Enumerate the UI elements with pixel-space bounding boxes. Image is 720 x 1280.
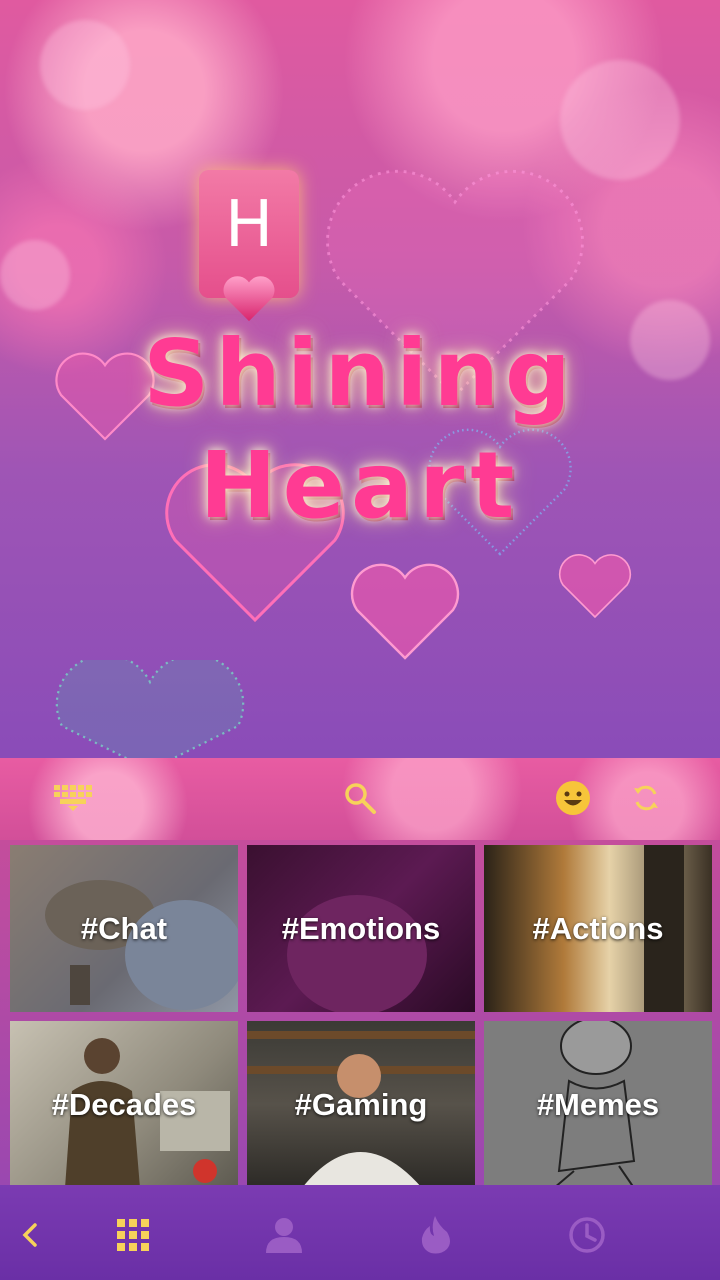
search-button[interactable] bbox=[340, 778, 380, 818]
keyboard-button[interactable] bbox=[53, 778, 93, 818]
refresh-button[interactable] bbox=[626, 778, 666, 818]
emoji-icon bbox=[556, 781, 590, 815]
category-tile-actions[interactable]: #Actions bbox=[484, 845, 712, 1012]
category-tile-memes[interactable]: #Memes bbox=[484, 1021, 712, 1188]
keyboard-toolbar bbox=[0, 758, 720, 840]
emoji-button[interactable] bbox=[553, 778, 593, 818]
fire-icon bbox=[421, 1216, 450, 1254]
heart-icon bbox=[223, 276, 275, 322]
theme-title: Shining bbox=[143, 320, 577, 427]
bokeh-light bbox=[40, 20, 130, 110]
category-label: #Chat bbox=[80, 910, 168, 946]
category-label: #Gaming bbox=[294, 1086, 428, 1122]
keyboard-icon bbox=[54, 785, 92, 811]
back-chevron-icon bbox=[22, 1223, 37, 1247]
heart-icon bbox=[55, 660, 245, 758]
category-tile-chat[interactable]: #Chat bbox=[10, 845, 238, 1012]
gif-categories-tab[interactable] bbox=[111, 1213, 155, 1257]
grid-icon bbox=[117, 1219, 149, 1251]
refresh-icon bbox=[634, 785, 658, 811]
clock-icon bbox=[569, 1217, 605, 1253]
category-label: #Actions bbox=[532, 910, 664, 946]
gif-category-grid: #Chat #Emotions #Actions #Decades #Gamin… bbox=[0, 840, 720, 1188]
trending-tab[interactable] bbox=[413, 1213, 457, 1257]
bokeh-light bbox=[0, 240, 70, 310]
category-label: #Emotions bbox=[281, 910, 441, 946]
person-tab[interactable] bbox=[262, 1213, 306, 1257]
category-tile-decades[interactable]: #Decades bbox=[10, 1021, 238, 1188]
category-label: #Memes bbox=[536, 1086, 660, 1122]
search-icon bbox=[345, 783, 376, 814]
category-tile-gaming[interactable]: #Gaming bbox=[247, 1021, 475, 1188]
bottom-navigation bbox=[0, 1185, 720, 1280]
back-button[interactable] bbox=[8, 1213, 52, 1257]
category-label: #Decades bbox=[51, 1086, 197, 1122]
person-icon bbox=[266, 1218, 302, 1253]
category-tile-emotions[interactable]: #Emotions bbox=[247, 845, 475, 1012]
theme-subtitle: Heart bbox=[199, 432, 521, 539]
theme-preview: H Shining Heart bbox=[0, 0, 720, 758]
recent-tab[interactable] bbox=[565, 1213, 609, 1257]
